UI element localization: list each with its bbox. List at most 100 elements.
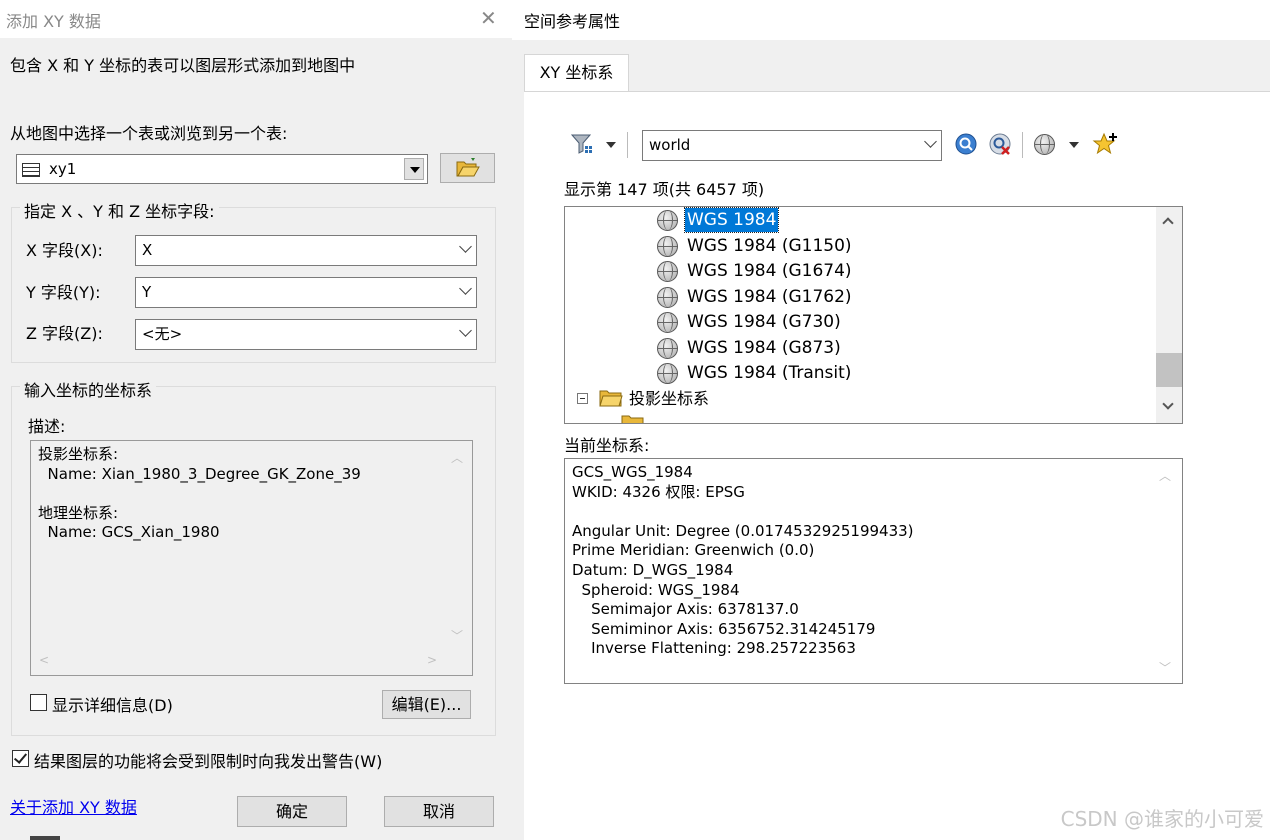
- folder-icon: [599, 390, 623, 407]
- toolbar-separator: [1022, 132, 1023, 158]
- details-line: Datum: D_WGS_1984: [572, 560, 734, 579]
- y-field-value: Y: [142, 283, 152, 301]
- y-field-label: Y 字段(Y):: [26, 283, 101, 302]
- scroll-down-icon[interactable]: [1162, 398, 1174, 410]
- tab-bar: XY 坐标系: [512, 40, 1270, 92]
- details-line: Inverse Flattening: 298.257223563: [572, 639, 856, 658]
- description-line: Name: Xian_1980_3_Degree_GK_Zone_39: [38, 464, 361, 483]
- ok-button[interactable]: 确定: [237, 796, 347, 827]
- result-count: 显示第 147 项(共 6457 项): [564, 180, 765, 199]
- details-line: Semiminor Axis: 6356752.314245179: [572, 619, 876, 638]
- globe-icon[interactable]: [1034, 134, 1055, 155]
- globe-icon: [657, 363, 678, 384]
- clear-search-icon[interactable]: [988, 132, 1014, 158]
- show-details-label: 显示详细信息(D): [52, 696, 173, 715]
- coordinate-system-tree[interactable]: WGS 1984 WGS 1984 (G1150) WGS 1984 (G167…: [564, 206, 1183, 424]
- tree-item[interactable]: WGS 1984 (G730): [687, 310, 841, 334]
- choose-table-label: 从地图中选择一个表或浏览到另一个表:: [10, 124, 288, 143]
- tree-folder-label[interactable]: 投影坐标系: [629, 387, 709, 411]
- details-line: GCS_WGS_1984: [572, 463, 693, 481]
- x-field-label: X 字段(X):: [26, 241, 103, 260]
- scroll-thumb[interactable]: [1156, 353, 1182, 387]
- spatial-reference-window: 空间参考属性 XY 坐标系 world 显示第 147 项(共 6457 项) …: [512, 0, 1270, 840]
- edit-button[interactable]: 编辑(E)...: [382, 690, 471, 719]
- search-input[interactable]: world: [642, 130, 942, 161]
- tree-scrollbar[interactable]: [1156, 207, 1182, 423]
- browse-button[interactable]: [440, 153, 495, 183]
- check-icon: [13, 750, 28, 764]
- scroll-down-icon[interactable]: ﹀: [451, 627, 463, 644]
- z-field-value: <无>: [142, 325, 183, 343]
- tree-item[interactable]: WGS 1984 (G1150): [687, 234, 852, 258]
- fields-group-title: 指定 X 、Y 和 Z 坐标字段:: [20, 198, 219, 222]
- scroll-up-icon[interactable]: [1162, 217, 1174, 229]
- search-icon[interactable]: [954, 132, 980, 158]
- details-line: Spheroid: WGS_1984: [572, 580, 740, 599]
- description-line: 地理坐标系:: [38, 503, 119, 522]
- details-line: Angular Unit: Degree (0.0174532925199433…: [572, 521, 914, 540]
- globe-dropdown-icon[interactable]: [1069, 142, 1079, 148]
- globe-icon: [657, 261, 678, 282]
- about-link[interactable]: 关于添加 XY 数据: [10, 794, 137, 818]
- globe-icon: [657, 210, 678, 231]
- globe-icon: [657, 312, 678, 333]
- description-line: 投影坐标系:: [38, 445, 119, 463]
- x-field-select[interactable]: X: [135, 235, 477, 266]
- details-line: Prime Meridian: Greenwich (0.0): [572, 541, 815, 560]
- current-cs-details[interactable]: GCS_WGS_1984 WKID: 4326 权限: EPSG Angular…: [564, 458, 1183, 684]
- collapse-icon[interactable]: [577, 393, 588, 404]
- coord-group-title: 输入坐标的坐标系: [20, 377, 157, 401]
- description-line: Name: GCS_Xian_1980: [38, 523, 220, 541]
- tab-panel: world 显示第 147 项(共 6457 项) WGS 1984 WGS 1…: [524, 91, 1270, 840]
- close-icon[interactable]: ✕: [480, 6, 497, 30]
- scroll-down-icon[interactable]: ﹀: [1159, 659, 1171, 679]
- tree-item-selected[interactable]: WGS 1984: [683, 207, 780, 233]
- details-line: WKID: 4326 权限: EPSG: [572, 482, 745, 501]
- favorite-add-icon[interactable]: [1092, 130, 1120, 158]
- dropdown-button[interactable]: [404, 158, 424, 180]
- y-field-select[interactable]: Y: [135, 277, 477, 308]
- description-label: 描述:: [28, 417, 66, 436]
- globe-icon: [657, 338, 678, 359]
- tree-item[interactable]: WGS 1984 (G1762): [687, 285, 852, 309]
- globe-icon: [657, 236, 678, 257]
- details-line: [572, 502, 1175, 522]
- scroll-up-icon[interactable]: ︿: [451, 449, 463, 466]
- add-xy-data-dialog: 添加 XY 数据 ✕ 包含 X 和 Y 坐标的表可以图层形式添加到地图中 从地图…: [0, 0, 512, 840]
- scroll-right-icon[interactable]: >: [427, 653, 437, 667]
- filter-icon[interactable]: [570, 132, 596, 158]
- tree-item[interactable]: WGS 1984 (Transit): [687, 361, 851, 385]
- folder-icon: [621, 415, 644, 423]
- taskbar-fragment: [30, 836, 60, 840]
- show-details-checkbox[interactable]: [30, 694, 47, 711]
- scroll-left-icon[interactable]: <: [39, 653, 49, 667]
- table-select-value: xy1: [49, 160, 77, 178]
- chevron-down-icon: [459, 324, 472, 337]
- window-title-bar: 空间参考属性: [512, 0, 1270, 40]
- scroll-up-icon[interactable]: ︿: [1159, 467, 1171, 487]
- current-cs-label: 当前坐标系:: [564, 436, 650, 455]
- warn-checkbox[interactable]: [12, 750, 29, 767]
- watermark: CSDN @谁家的小可爱: [1060, 807, 1264, 831]
- z-field-label: Z 字段(Z):: [26, 324, 103, 343]
- cancel-button[interactable]: 取消: [384, 796, 494, 827]
- table-icon: [22, 163, 40, 177]
- tree-item[interactable]: WGS 1984 (G1674): [687, 259, 852, 283]
- intro-text: 包含 X 和 Y 坐标的表可以图层形式添加到地图中: [10, 56, 356, 75]
- tree-item[interactable]: WGS 1984 (G873): [687, 336, 841, 360]
- caret-down-icon: [410, 167, 420, 173]
- open-folder-icon: [456, 158, 480, 177]
- window-title: 空间参考属性: [524, 12, 621, 31]
- description-box[interactable]: 投影坐标系: Name: Xian_1980_3_Degree_GK_Zone_…: [30, 440, 473, 676]
- tab-xy-coordinate-system[interactable]: XY 坐标系: [524, 54, 629, 92]
- table-select[interactable]: xy1: [16, 154, 428, 184]
- search-value: world: [649, 136, 691, 154]
- globe-icon: [657, 287, 678, 308]
- x-field-value: X: [142, 241, 153, 259]
- chevron-down-icon: [459, 240, 472, 253]
- toolbar-separator: [627, 132, 628, 158]
- warn-label: 结果图层的功能将会受到限制时向我发出警告(W): [34, 752, 383, 771]
- dialog-title: 添加 XY 数据: [6, 12, 101, 31]
- filter-dropdown-icon[interactable]: [606, 142, 616, 148]
- z-field-select[interactable]: <无>: [135, 319, 477, 350]
